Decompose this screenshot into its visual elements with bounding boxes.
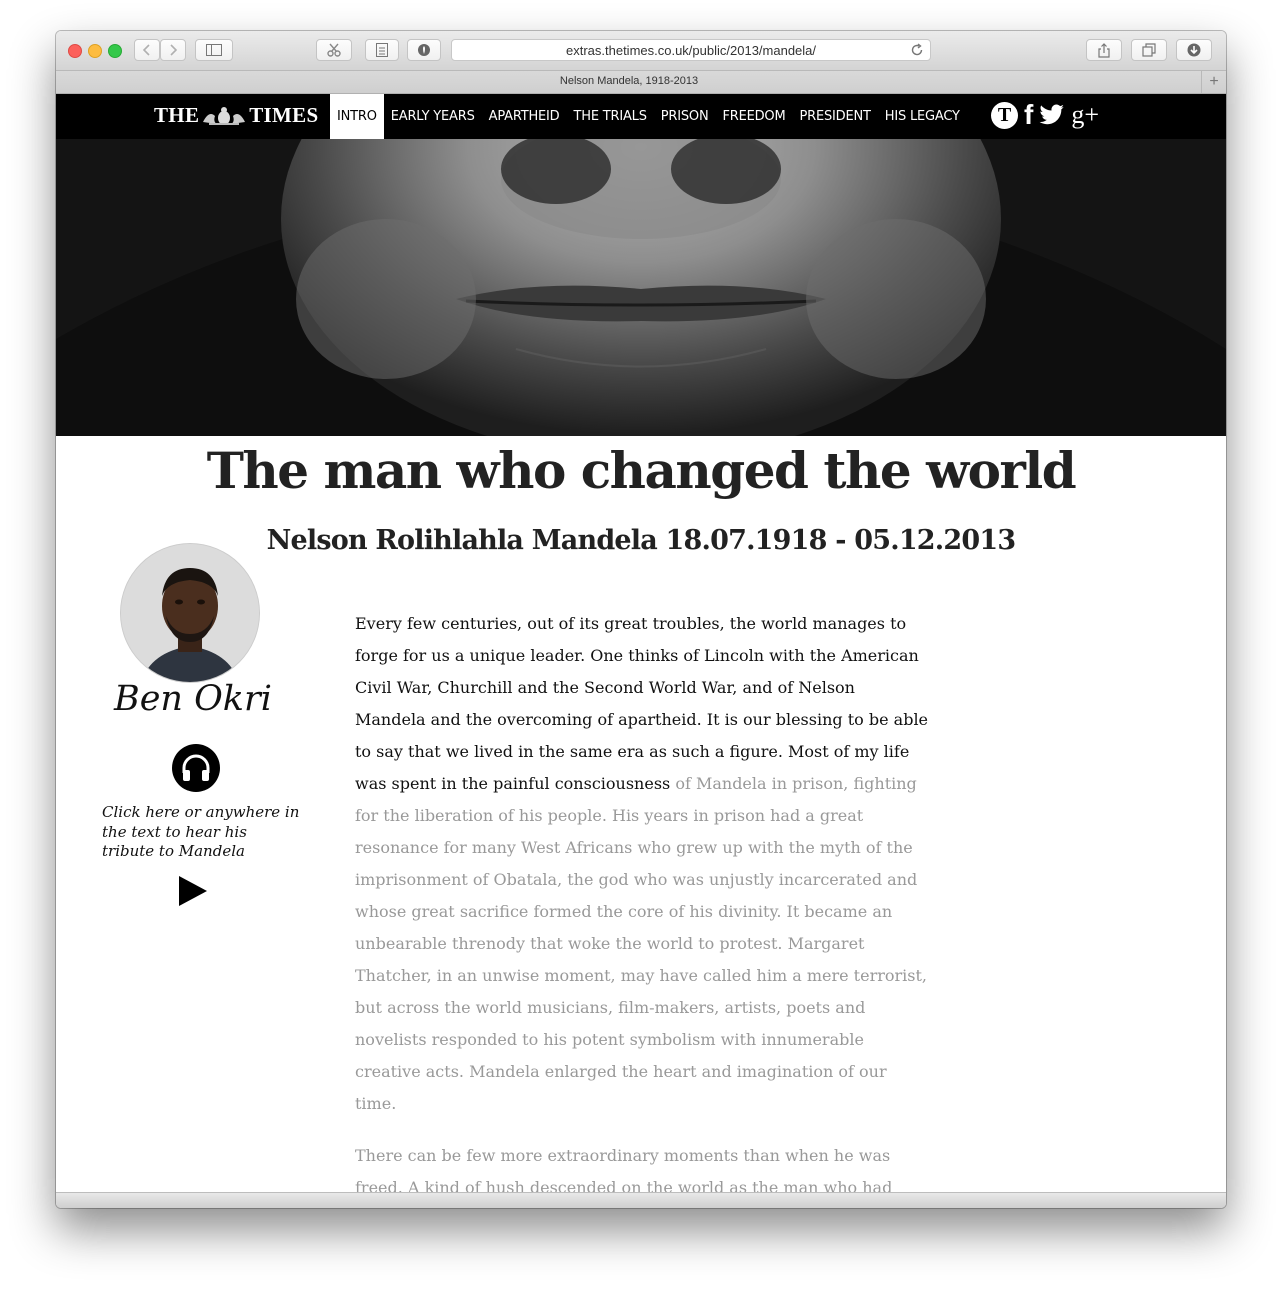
- sidebar-icon: [206, 44, 222, 56]
- site-navigation: THE TIMES INTRO EARLY YEARS APARTHEID TH…: [56, 94, 1226, 139]
- close-window-button[interactable]: [68, 44, 82, 58]
- browser-window: extras.thetimes.co.uk/public/2013/mandel…: [56, 31, 1226, 1208]
- back-button[interactable]: [134, 39, 160, 61]
- tabs-icon: [1142, 43, 1156, 57]
- nav-president[interactable]: PRESIDENT: [792, 94, 877, 139]
- tab-bar: Nelson Mandela, 1918-2013 +: [56, 70, 1226, 94]
- mandela-portrait-graphic: [56, 139, 1226, 436]
- author-name: Ben Okri: [114, 679, 272, 719]
- paragraph-1: Every few centuries, out of its great tr…: [355, 608, 930, 1120]
- window-bottom-bar: [56, 1192, 1226, 1208]
- chevron-left-icon: [142, 44, 150, 56]
- active-tab-title[interactable]: Nelson Mandela, 1918-2013: [56, 75, 1202, 87]
- privacy-shield-icon: [418, 44, 430, 56]
- headphones-icon: [182, 754, 210, 781]
- google-plus-icon[interactable]: g+: [1071, 102, 1099, 128]
- share-button[interactable]: [1086, 39, 1122, 61]
- zoom-window-button[interactable]: [108, 44, 122, 58]
- nav-the-trials[interactable]: THE TRIALS: [567, 94, 654, 139]
- author-portrait-graphic: [121, 544, 259, 682]
- scissors-icon: [327, 43, 341, 57]
- nav-prison[interactable]: PRISON: [654, 94, 716, 139]
- tabs-overview-button[interactable]: [1131, 39, 1167, 61]
- nav-his-legacy[interactable]: HIS LEGACY: [878, 94, 967, 139]
- new-tab-button[interactable]: +: [1201, 71, 1226, 93]
- masthead-the: THE: [154, 103, 200, 127]
- reader-button[interactable]: [365, 39, 399, 61]
- url-text: extras.thetimes.co.uk/public/2013/mandel…: [565, 43, 817, 58]
- section-nav: INTRO EARLY YEARS APARTHEID THE TRIALS P…: [330, 94, 967, 139]
- address-bar[interactable]: extras.thetimes.co.uk/public/2013/mandel…: [451, 39, 931, 61]
- facebook-icon[interactable]: f: [1024, 101, 1033, 129]
- downloads-button[interactable]: [1176, 39, 1212, 61]
- sidebar-button[interactable]: [195, 39, 233, 61]
- nav-intro[interactable]: INTRO: [330, 94, 384, 139]
- article-subhead: Nelson Rolihlahla Mandela 18.07.1918 - 0…: [266, 525, 1017, 556]
- document-icon: [376, 43, 388, 57]
- share-icon: [1098, 42, 1110, 58]
- nav-early-years[interactable]: EARLY YEARS: [384, 94, 482, 139]
- times-t-icon[interactable]: T: [991, 101, 1018, 129]
- nav-apartheid[interactable]: APARTHEID: [482, 94, 567, 139]
- paragraph-1-unread: of Mandela in prison, fighting for the l…: [355, 774, 927, 1113]
- chevron-right-icon: [170, 44, 178, 56]
- social-links: T f g+: [991, 101, 1099, 129]
- reload-icon[interactable]: [910, 43, 924, 57]
- article-headline: The man who changed the world: [206, 441, 1077, 500]
- twitter-icon[interactable]: [1039, 104, 1065, 126]
- scissors-extension-button[interactable]: [316, 39, 352, 61]
- paragraph-1-read: Every few centuries, out of its great tr…: [355, 614, 929, 793]
- headphones-audio-button[interactable]: [172, 744, 220, 792]
- download-icon: [1187, 43, 1201, 57]
- article-body[interactable]: Every few centuries, out of its great tr…: [355, 608, 930, 1208]
- play-icon[interactable]: [178, 875, 208, 907]
- browser-toolbar: extras.thetimes.co.uk/public/2013/mandel…: [56, 31, 1226, 70]
- privacy-extension-button[interactable]: [407, 39, 441, 61]
- forward-button[interactable]: [160, 39, 186, 61]
- minimize-window-button[interactable]: [88, 44, 102, 58]
- royal-crest-icon: [203, 106, 246, 125]
- nav-freedom[interactable]: FREEDOM: [715, 94, 792, 139]
- masthead-times: TIMES: [249, 103, 319, 127]
- author-avatar: [121, 544, 259, 682]
- audio-hint-text[interactable]: Click here or anywhere in the text to he…: [102, 803, 302, 862]
- the-times-logo[interactable]: THE TIMES: [154, 103, 318, 128]
- hero-portrait-image: [56, 139, 1226, 436]
